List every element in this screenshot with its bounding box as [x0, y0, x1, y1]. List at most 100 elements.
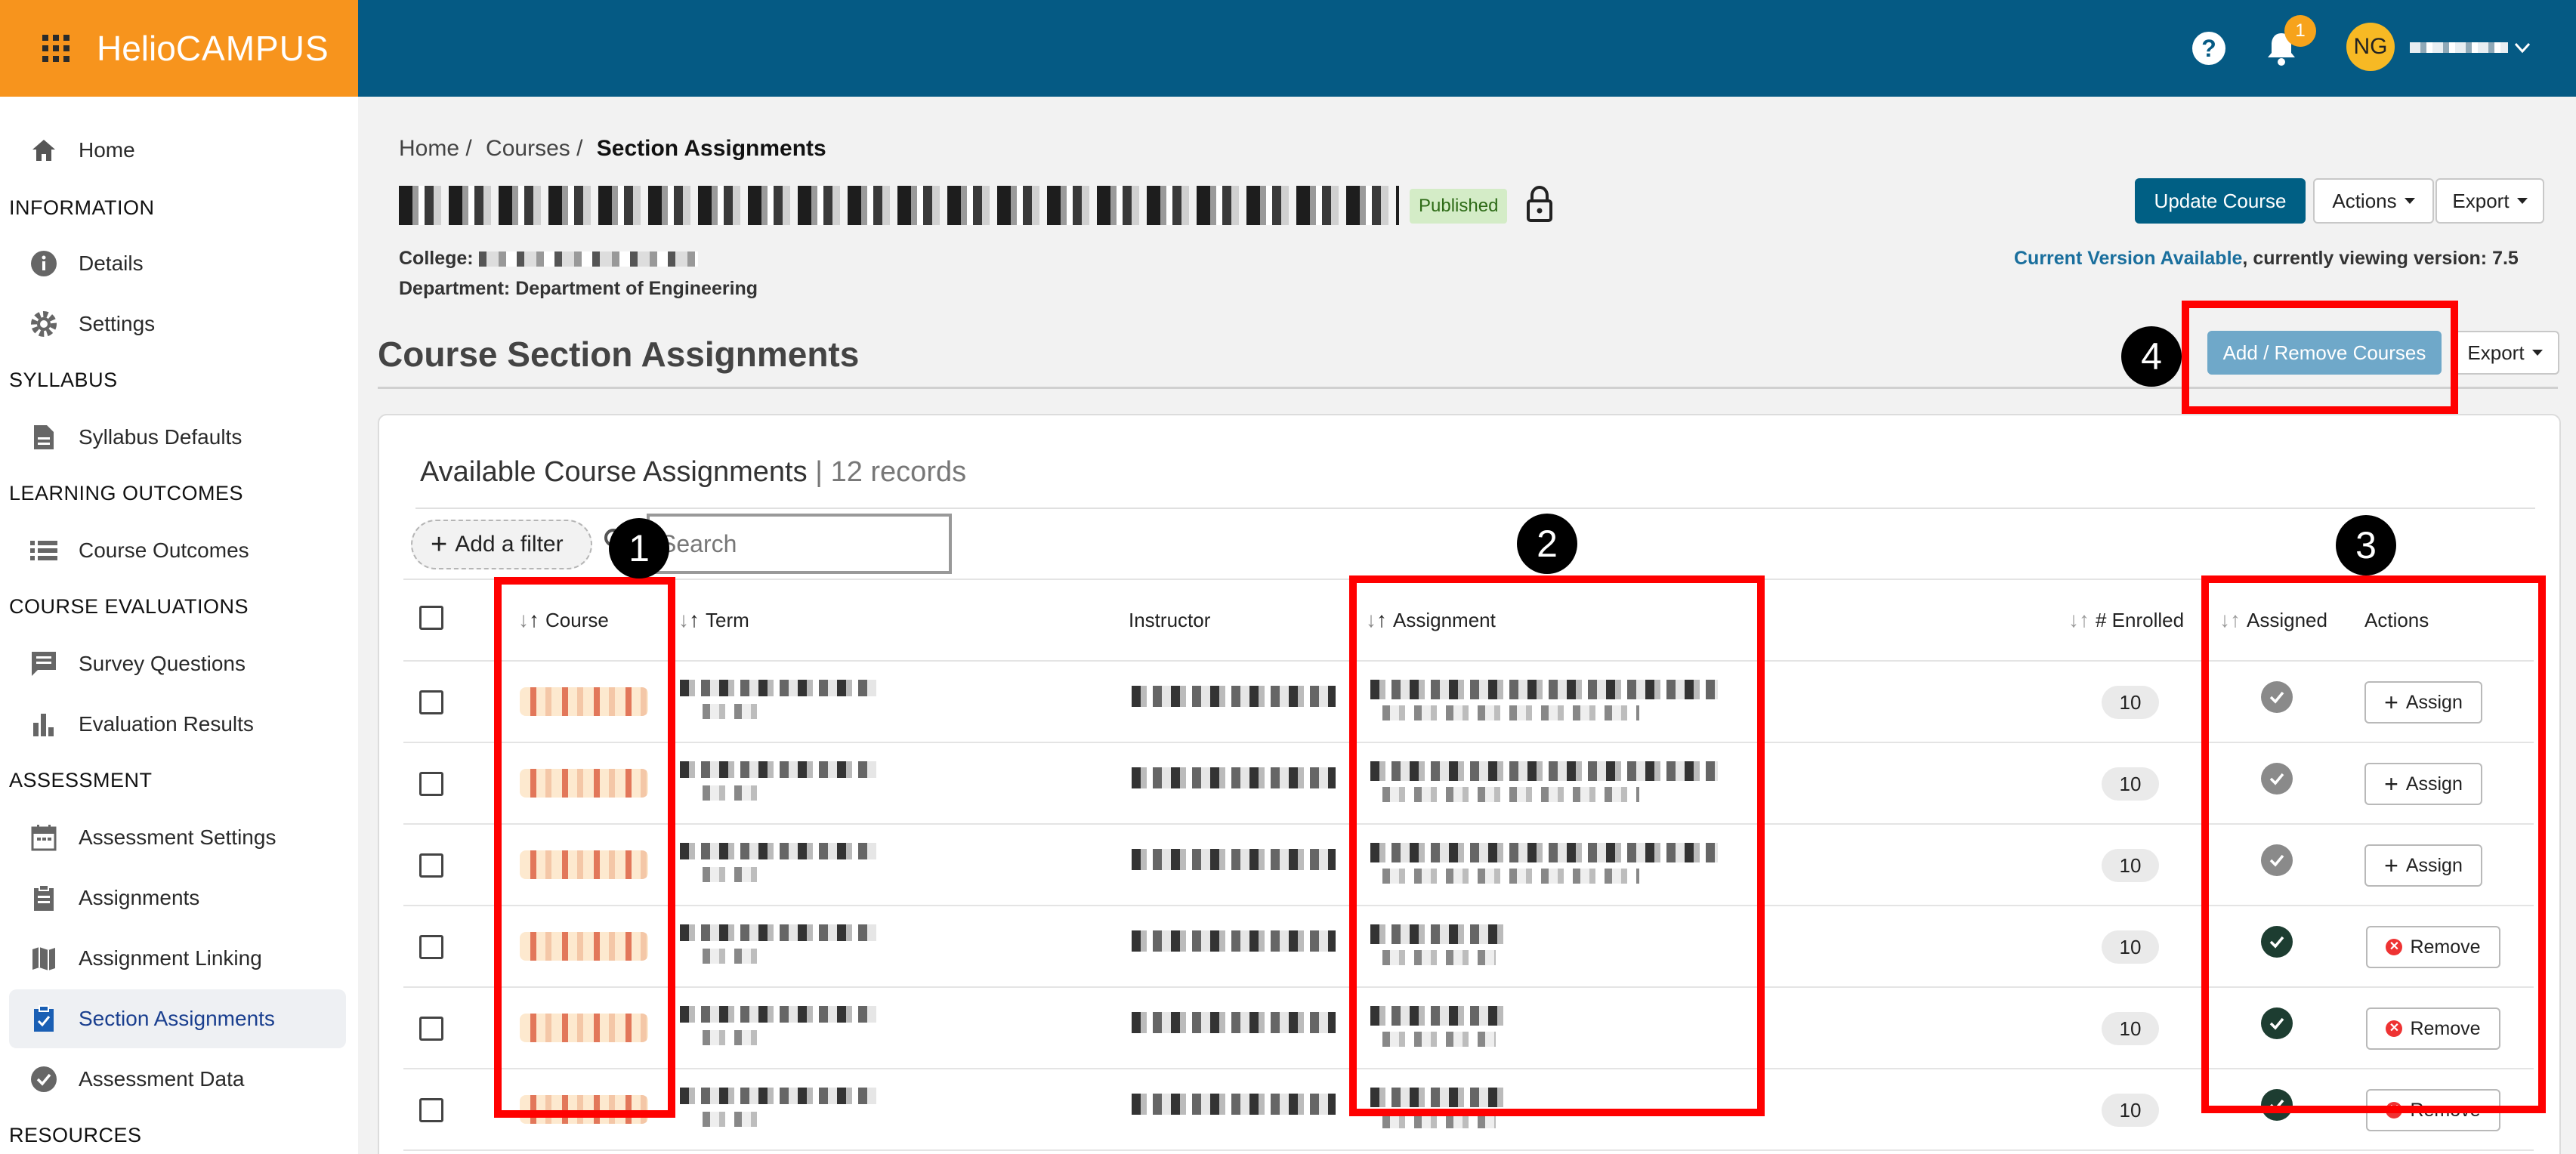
actions-label: Actions — [2332, 189, 2397, 212]
row-checkbox[interactable] — [419, 853, 443, 878]
card-title-text: Available Course Assignments — [420, 456, 808, 488]
update-course-button[interactable]: Update Course — [2135, 178, 2306, 224]
row-checkbox[interactable] — [419, 772, 443, 796]
sidebar-item-label: Assignments — [79, 886, 200, 909]
app-logo[interactable]: HelioCAMPUS — [97, 28, 329, 69]
user-avatar[interactable]: NG — [2346, 23, 2395, 71]
sidebar-header-syllabus: SYLLABUS — [9, 369, 118, 391]
search-input[interactable]: Search — [647, 514, 952, 574]
breadcrumb-current: Section Assignments — [596, 136, 826, 161]
sidebar-item-course-outcomes[interactable]: Course Outcomes — [0, 521, 358, 580]
bar-chart-icon — [29, 709, 59, 739]
column-header-instructor: Instructor — [1129, 579, 1210, 662]
caret-down-icon — [2531, 350, 2543, 356]
list-icon — [29, 535, 59, 566]
row-checkbox[interactable] — [419, 935, 443, 959]
sidebar-item-assignments[interactable]: Assignments — [0, 869, 358, 927]
enrolled-count: 10 — [2102, 1094, 2159, 1127]
term-cell-redacted-line2 — [703, 785, 763, 801]
sidebar-item-label: Evaluation Results — [79, 712, 254, 736]
row-checkbox[interactable] — [419, 1098, 443, 1122]
version-text: , currently viewing version: 7.5 — [2242, 248, 2519, 269]
sidebar-item-label: Settings — [79, 312, 156, 335]
highlight-box-assigned-actions-columns — [2201, 575, 2546, 1113]
department-label: Department: — [399, 278, 511, 299]
check-circle-icon — [29, 1064, 59, 1094]
sidebar-item-assessment-settings[interactable]: Assessment Settings — [0, 808, 358, 867]
sidebar-item-label: Home — [79, 138, 135, 162]
highlight-box-add-remove-courses — [2182, 301, 2458, 414]
sidebar-item-survey-questions[interactable]: Survey Questions — [0, 634, 358, 693]
course-title-redacted — [399, 186, 1399, 225]
section-export-dropdown-button[interactable]: Export — [2451, 331, 2559, 375]
breadcrumb: Home / Courses / Section Assignments — [399, 136, 826, 162]
user-name-redacted[interactable] — [2410, 42, 2508, 53]
instructor-cell-redacted — [1132, 1012, 1336, 1033]
status-badge: Published — [1410, 189, 1508, 224]
breadcrumb-home[interactable]: Home / — [399, 136, 472, 161]
column-label: Instructor — [1129, 608, 1211, 631]
sidebar-item-home[interactable]: Home — [0, 121, 358, 180]
chevron-down-icon[interactable] — [2511, 36, 2534, 59]
sidebar-item-assessment-data[interactable]: Assessment Data — [0, 1050, 358, 1109]
export-dropdown-button[interactable]: Export — [2435, 178, 2544, 224]
term-cell-redacted-line2 — [703, 1030, 763, 1045]
enrolled-count: 10 — [2102, 1012, 2159, 1045]
apps-grid-icon[interactable] — [42, 35, 69, 62]
row-checkbox[interactable] — [419, 690, 443, 714]
sidebar-item-syllabus-defaults[interactable]: Syllabus Defaults — [0, 408, 358, 467]
clipboard-icon — [29, 883, 59, 913]
instructor-cell-redacted — [1132, 930, 1336, 952]
document-icon — [29, 422, 59, 452]
sidebar-header-learning-outcomes: LEARNING OUTCOMES — [9, 482, 244, 504]
select-all-checkbox[interactable] — [419, 606, 443, 630]
search-placeholder: Search — [660, 529, 737, 557]
sidebar-item-assignment-linking[interactable]: Assignment Linking — [0, 929, 358, 988]
sidebar-header-assessment: ASSESSMENT — [9, 769, 153, 791]
lock-icon[interactable] — [1524, 186, 1555, 222]
help-icon[interactable]: ? — [2192, 32, 2225, 65]
version-info: Current Version Available, currently vie… — [2014, 248, 2519, 270]
highlight-box-course-column — [494, 577, 675, 1118]
sidebar-item-label: Course Outcomes — [79, 538, 249, 562]
column-header-enrolled[interactable]: ↓↑ # Enrolled — [2068, 579, 2184, 662]
term-cell-redacted — [680, 924, 876, 941]
instructor-cell-redacted — [1132, 1094, 1336, 1115]
sidebar-item-label: Assessment Data — [79, 1067, 245, 1091]
department-value: Department of Engineering — [515, 278, 758, 299]
college-value-redacted — [478, 251, 698, 267]
logo-text-helio: Helio — [97, 29, 176, 68]
term-cell-redacted-line2 — [703, 1112, 763, 1127]
annotation-marker-3: 3 — [2336, 515, 2396, 575]
term-cell-redacted-line2 — [703, 949, 763, 964]
current-version-link[interactable]: Current Version Available — [2014, 248, 2242, 269]
sidebar-header-course-evaluations: COURSE EVALUATIONS — [9, 595, 249, 618]
column-label: Term — [706, 608, 749, 631]
sidebar-item-section-assignments[interactable]: Section Assignments — [9, 989, 346, 1048]
enrolled-count: 10 — [2102, 849, 2159, 882]
export-label: Export — [2452, 189, 2510, 212]
sidebar-item-settings[interactable]: Settings — [0, 295, 358, 353]
term-cell-redacted-line2 — [703, 867, 763, 882]
divider — [415, 508, 2535, 509]
sidebar-item-evaluation-results[interactable]: Evaluation Results — [0, 695, 358, 754]
term-cell-redacted — [680, 1006, 876, 1023]
caret-down-icon — [2516, 198, 2528, 204]
info-icon — [29, 248, 59, 279]
row-checkbox[interactable] — [419, 1017, 443, 1041]
sidebar-item-label: Section Assignments — [79, 1007, 275, 1030]
column-header-term[interactable]: ↓↑ Term — [678, 579, 749, 662]
home-icon — [29, 135, 59, 165]
breadcrumb-courses[interactable]: Courses / — [486, 136, 582, 161]
enrolled-count: 10 — [2102, 767, 2159, 801]
actions-dropdown-button[interactable]: Actions — [2313, 178, 2434, 224]
sidebar-item-details[interactable]: Details — [0, 234, 358, 293]
add-filter-button[interactable]: + Add a filter — [411, 520, 592, 569]
sidebar-header-information: INFORMATION — [9, 196, 155, 219]
term-cell-redacted — [680, 843, 876, 859]
caret-down-icon — [2404, 198, 2415, 204]
sort-icon: ↓↑ — [678, 608, 700, 631]
sidebar-item-label: Assessment Settings — [79, 825, 276, 849]
enrolled-count: 10 — [2102, 930, 2159, 964]
annotation-marker-4: 4 — [2121, 326, 2182, 387]
